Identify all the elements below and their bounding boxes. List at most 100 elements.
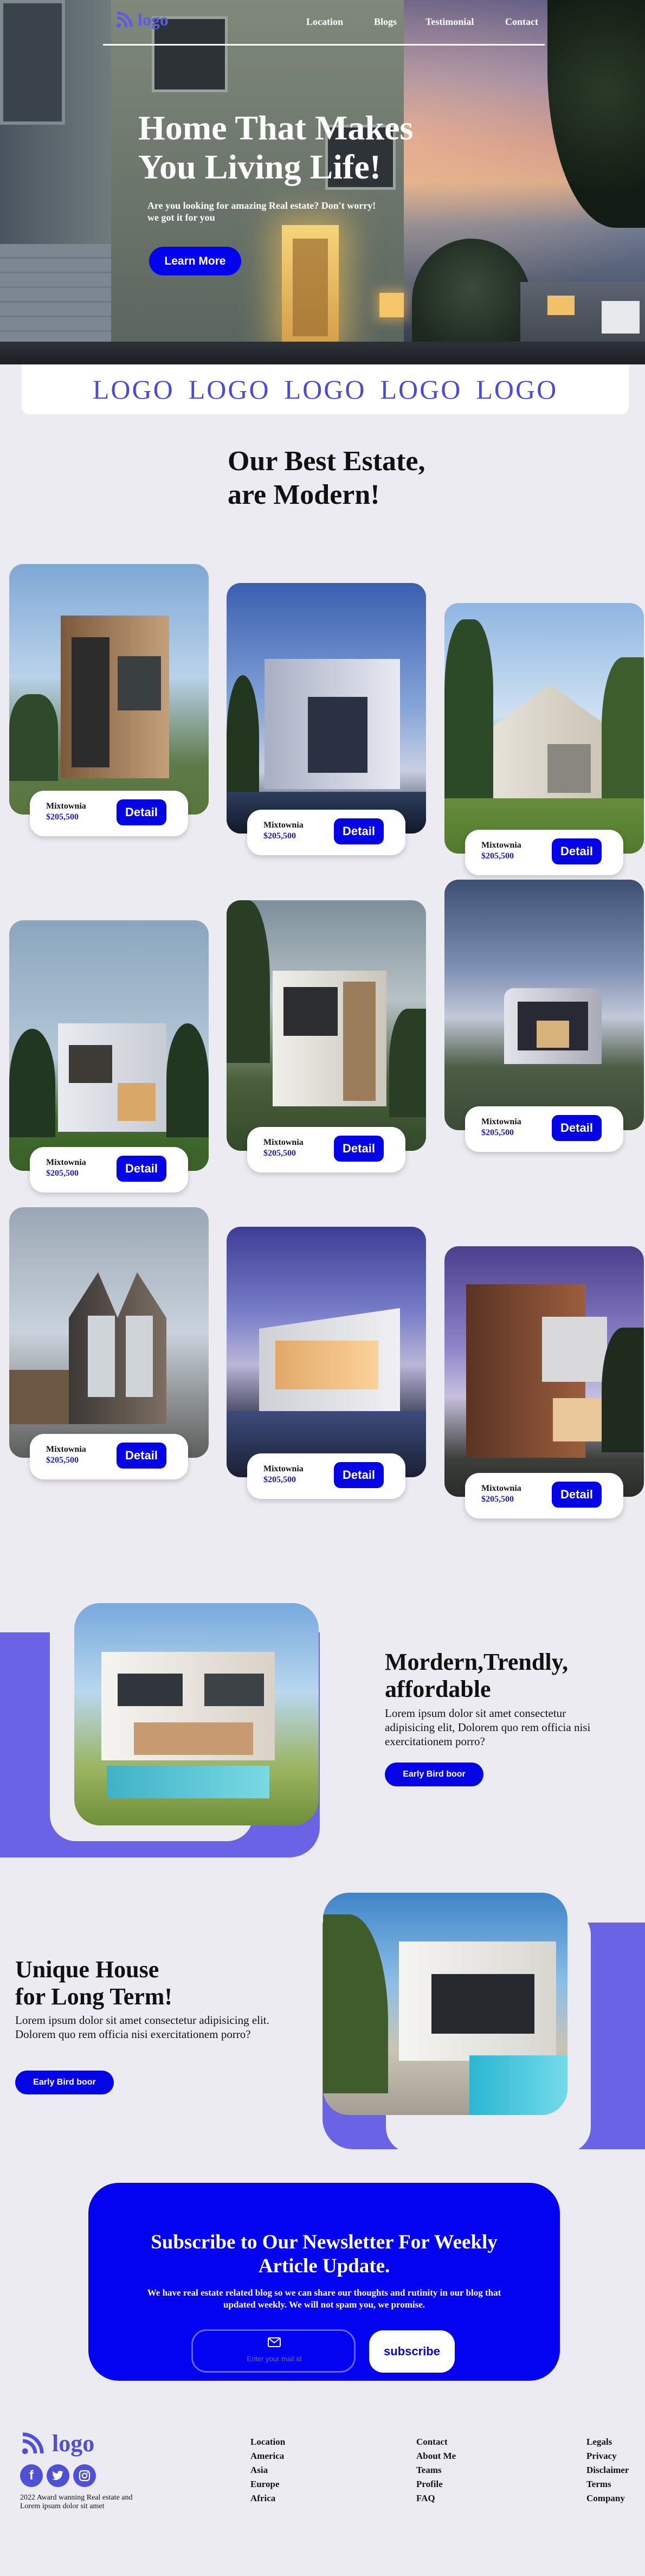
estate-card: Mixtownia $205,500 Detail [9,1207,209,1479]
logo-icon [22,2432,44,2455]
estate-photo [227,583,426,834]
estate-name: Mixtownia [481,1484,521,1493]
estate-card: Mixtownia $205,500 Detail [227,583,426,855]
footer-link[interactable]: Teams [416,2463,456,2477]
feature1-title-line2: affordable [385,1676,491,1702]
detail-button[interactable]: Detail [117,1443,166,1469]
hero-window-lit [379,293,404,317]
partner-logo: LOGO [188,374,270,405]
footer-link[interactable]: Asia [250,2463,285,2477]
newsletter-title: Subscribe to Our Newsletter For Weekly A… [151,2231,498,2277]
feature1-title: Mordern,Trendly, affordable [385,1649,618,1703]
estate-info: Mixtownia $205,500 Detail [465,1473,623,1518]
footer-link[interactable]: America [250,2449,285,2463]
estate-card: Mixtownia $205,500 Detail [227,900,426,1172]
estate-photo [444,1246,644,1497]
hero-title-line1: Home That Makes [138,108,414,147]
learn-more-button[interactable]: Learn More [149,247,241,275]
feature2-title: Unique House for Long Term! [15,1956,297,2010]
estate-card: Mixtownia $205,500 Detail [9,564,209,836]
estate-photo [444,880,644,1130]
estate-photo [444,603,644,854]
footer-link[interactable]: Privacy [586,2449,629,2463]
estate-price: $205,500 [481,1128,514,1137]
estate-name: Mixtownia [46,1158,86,1167]
feature2-early-bird-button[interactable]: Early Bird boor [15,2071,114,2094]
estate-info: Mixtownia $205,500 Detail [465,1106,623,1152]
footer-link[interactable]: Profile [416,2477,456,2491]
estate-name: Mixtownia [481,1117,521,1126]
detail-button[interactable]: Detail [334,1136,384,1162]
estate-card: Mixtownia $205,500 Detail [9,920,209,1193]
twitter-icon[interactable] [47,2464,69,2487]
footer-link[interactable]: Contact [416,2435,456,2449]
estates-title: Our Best Estate, are Modern! [228,445,455,512]
footer-link[interactable]: FAQ [416,2491,456,2505]
instagram-icon[interactable] [73,2464,96,2487]
footer-column-contact: Contact About Me Teams Profile FAQ [416,2435,456,2505]
detail-button[interactable]: Detail [117,1156,166,1182]
feature1-early-bird-button[interactable]: Early Bird boor [385,1763,483,1786]
footer-link[interactable]: Europe [250,2477,285,2491]
estate-name: Mixtownia [263,821,304,830]
estate-info: Mixtownia $205,500 Detail [465,830,623,875]
estate-price: $205,500 [481,1495,514,1504]
estates-title-line2: are Modern! [228,479,380,510]
estate-name: Mixtownia [263,1464,304,1473]
estate-photo [9,564,209,815]
estate-card: Mixtownia $205,500 Detail [444,603,644,875]
estate-photo [227,1227,426,1477]
estate-price: $205,500 [46,1456,79,1465]
estate-photo [9,1207,209,1458]
nav-link-blogs[interactable]: Blogs [374,16,397,28]
hero-garage-far [602,301,640,334]
feature2-photo [323,1893,567,2115]
detail-button[interactable]: Detail [334,1462,384,1488]
partner-logo-bar: LOGO LOGO LOGO LOGO LOGO [22,364,629,414]
hero-section: logo Location Blogs Testimonial Contact … [0,0,645,364]
hero-door-panel [293,239,328,336]
nav-link-testimonial[interactable]: Testimonial [425,16,474,28]
footer-link[interactable]: Terms [586,2477,629,2491]
facebook-icon[interactable]: f [20,2464,43,2487]
hero-window-far [547,296,575,315]
feature2-text: Lorem ipsum dolor sit amet consectetur a… [15,2014,269,2041]
footer-link[interactable]: Company [586,2491,629,2505]
footer-column-location: Location America Asia Europe Africa [250,2435,285,2505]
envelope-icon [268,2337,281,2347]
estate-photo [227,900,426,1151]
footer-link[interactable]: Africa [250,2491,285,2505]
detail-button[interactable]: Detail [552,1482,602,1508]
estate-price: $205,500 [46,1169,79,1178]
nav-link-location[interactable]: Location [306,16,343,28]
feature1-photo [74,1603,319,1825]
logo-icon [117,11,133,28]
feature1-text: Lorem ipsum dolor sit amet consectetur a… [385,1707,591,1748]
subscribe-button[interactable]: subscribe [369,2330,455,2373]
footer-tagline: 2022 Award wanning Real estate and Lorem… [20,2494,133,2510]
estate-name: Mixtownia [481,841,521,850]
detail-button[interactable]: Detail [334,818,384,844]
detail-button[interactable]: Detail [552,1115,602,1141]
estate-price: $205,500 [481,851,514,861]
footer-link[interactable]: About Me [416,2449,456,2463]
feature1-title-line1: Mordern,Trendly, [385,1649,569,1675]
footer-link[interactable]: Disclaimer [586,2463,629,2477]
nav-logo[interactable]: logo [114,9,169,30]
estate-info: Mixtownia $205,500 Detail [247,1127,405,1172]
nav-link-contact[interactable]: Contact [505,16,538,28]
feature2-title-line2: for Long Term! [15,1983,173,2010]
estate-info: Mixtownia $205,500 Detail [30,1434,188,1479]
detail-button[interactable]: Detail [117,799,166,825]
newsletter-section: Subscribe to Our Newsletter For Weekly A… [88,2183,560,2381]
estate-card: Mixtownia $205,500 Detail [227,1227,426,1499]
email-input[interactable] [204,2355,345,2363]
newsletter-text: We have real estate related blog so we c… [147,2287,501,2310]
footer-link[interactable]: Location [250,2435,285,2449]
footer-column-legals: Legals Privacy Disclaimer Terms Company [586,2435,629,2505]
footer-logo[interactable]: logo [17,2428,94,2458]
email-field[interactable] [191,2329,356,2373]
detail-button[interactable]: Detail [552,838,602,864]
estate-name: Mixtownia [46,1445,86,1454]
footer-link[interactable]: Legals [586,2435,629,2449]
